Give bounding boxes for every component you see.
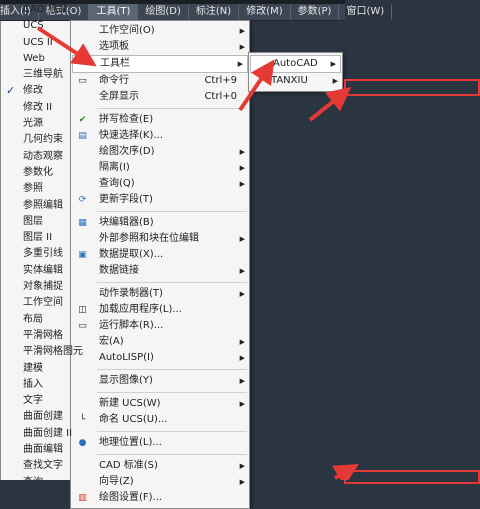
arrow-to-standard	[332, 463, 359, 480]
drafting-settings-icon: ▥	[78, 493, 87, 503]
menu-item-drafting-settings[interactable]: ▥ 绘图设置(F)...	[71, 490, 249, 506]
arrow-to-autocad	[238, 59, 275, 112]
annotation-arrows	[36, 26, 359, 480]
arrow-to-modify	[308, 87, 352, 122]
arrow-to-toolbars	[36, 26, 97, 67]
